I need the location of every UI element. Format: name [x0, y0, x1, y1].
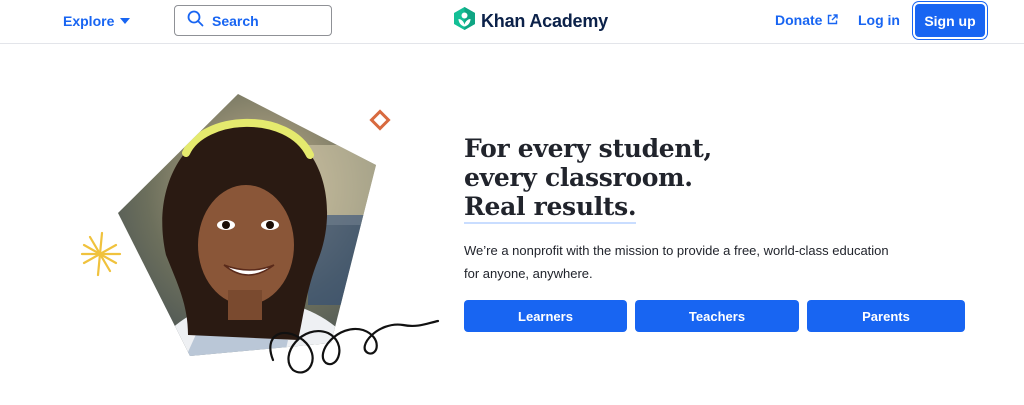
student-photo [118, 94, 376, 356]
explore-label: Explore [63, 13, 115, 29]
donate-link[interactable]: Donate [775, 12, 839, 28]
search-icon [187, 10, 204, 32]
donate-label: Donate [775, 12, 823, 28]
headline-line-2: every classroom. [464, 163, 693, 192]
headline-line-1: For every student, [464, 134, 712, 163]
hero-illustration [78, 85, 448, 385]
logo-wordmark: Khan Academy [481, 10, 608, 31]
hero-headline: For every student, every classroom. Real… [464, 134, 712, 224]
yellow-sparkle-accent [80, 231, 122, 277]
khan-academy-logo-icon [454, 7, 475, 35]
teachers-button[interactable]: Teachers [635, 300, 799, 332]
headline-line-3: Real results. [464, 192, 637, 224]
khan-academy-logo[interactable]: Khan Academy [454, 7, 608, 35]
chevron-down-icon [120, 18, 131, 24]
learners-button[interactable]: Learners [464, 300, 627, 332]
search-input[interactable] [212, 12, 322, 29]
mission-statement: We’re a nonprofit with the mission to pr… [464, 243, 889, 281]
login-link[interactable]: Log in [858, 12, 900, 28]
search-box[interactable] [174, 5, 332, 36]
sign-up-button[interactable]: Sign up [915, 4, 985, 37]
external-link-icon [827, 12, 839, 28]
orange-diamond-accent [369, 109, 391, 131]
parents-button[interactable]: Parents [807, 300, 965, 332]
explore-menu-button[interactable]: Explore [63, 11, 131, 31]
top-navigation-bar: Explore Khan Academy Donate [0, 0, 1024, 44]
